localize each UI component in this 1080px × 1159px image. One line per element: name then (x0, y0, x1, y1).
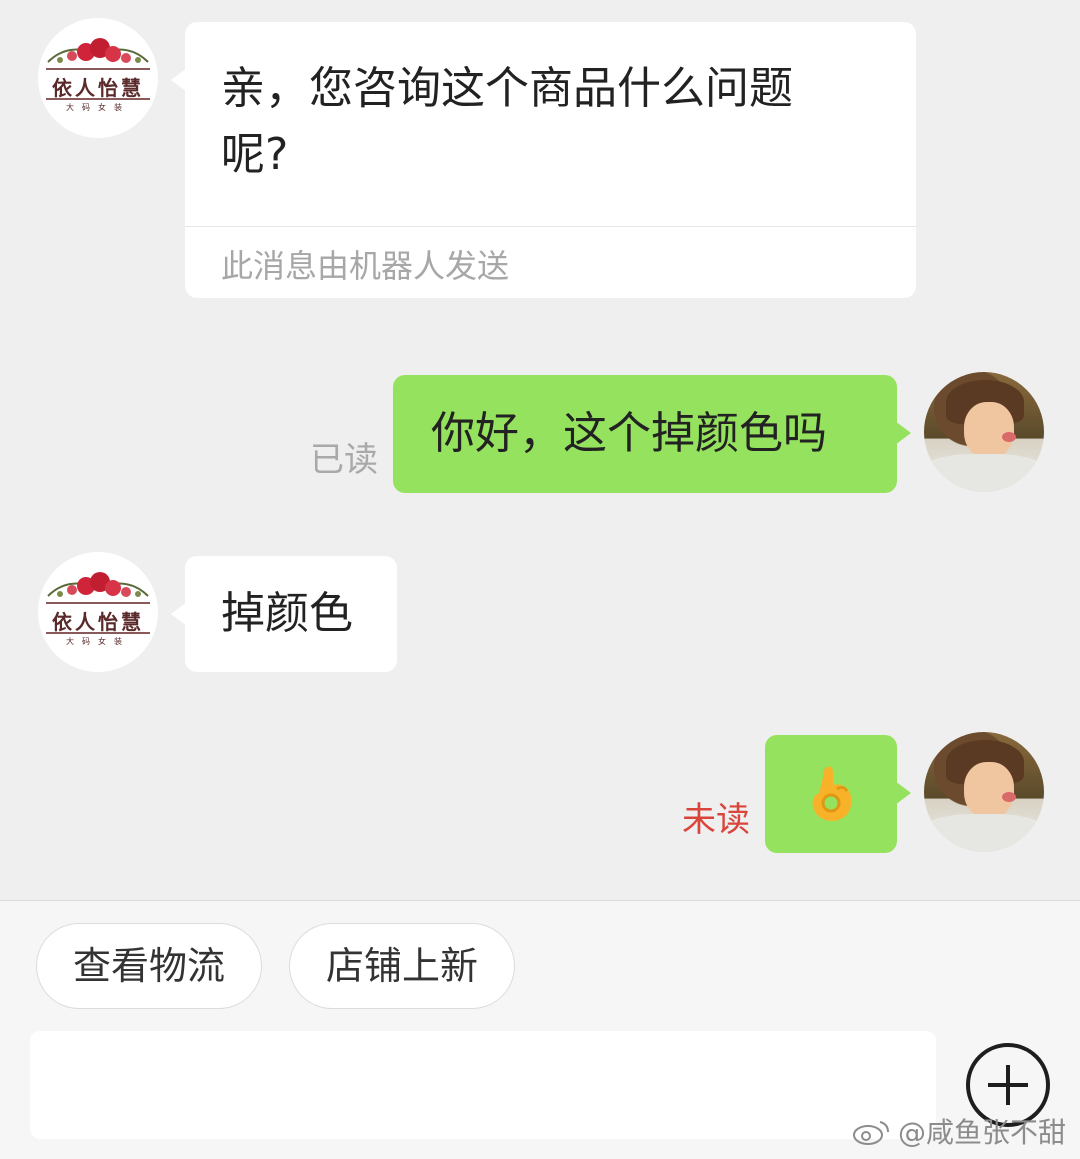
unread-status: 未读 (682, 800, 750, 840)
shop-brand-subtitle: 大码女装 (66, 637, 130, 646)
user-avatar[interactable] (924, 372, 1044, 492)
message-text: 掉颜色 (221, 588, 353, 639)
user-avatar[interactable] (924, 732, 1044, 852)
outgoing-message-bubble[interactable] (765, 735, 911, 853)
watermark-text: @咸鱼张不甜 (898, 1116, 1067, 1149)
message-text: 你好，这个掉颜色吗 (431, 408, 827, 459)
shop-avatar[interactable]: 依人怡慧 大码女装 (38, 18, 158, 138)
roses-decoration (47, 38, 149, 63)
watermark: @咸鱼张不甜 (852, 1113, 1066, 1153)
chat-area: 依人怡慧 大码女装 亲，您咨询这个商品什么问题 呢? 此消息由机器人发送 已读 … (0, 0, 1080, 900)
shop-brand-subtitle: 大码女装 (66, 103, 130, 112)
shop-brand-name: 依人怡慧 (52, 76, 144, 100)
read-status: 已读 (310, 440, 378, 480)
bubble-divider (185, 226, 916, 227)
shop-brand-name: 依人怡慧 (52, 610, 144, 634)
shop-new-arrivals-button[interactable]: 店铺上新 (289, 923, 515, 1009)
roses-decoration (47, 572, 149, 597)
incoming-message-bubble[interactable]: 掉颜色 (171, 556, 397, 672)
shop-avatar[interactable]: 依人怡慧 大码女装 (38, 552, 158, 672)
robot-sent-note: 此消息由机器人发送 (221, 247, 510, 285)
message-text-line: 呢? (221, 129, 289, 180)
weibo-icon (853, 1121, 889, 1145)
check-logistics-button[interactable]: 查看物流 (36, 923, 262, 1009)
bottom-bar: 查看物流 店铺上新 @咸鱼张不甜 (0, 900, 1080, 1159)
message-input[interactable] (30, 1031, 936, 1139)
message-text-line: 亲，您咨询这个商品什么问题 (221, 63, 793, 114)
incoming-message-bubble[interactable]: 亲，您咨询这个商品什么问题 呢? 此消息由机器人发送 (171, 22, 916, 298)
ok-hand-icon (812, 766, 852, 821)
outgoing-message-bubble[interactable]: 你好，这个掉颜色吗 (393, 375, 911, 493)
